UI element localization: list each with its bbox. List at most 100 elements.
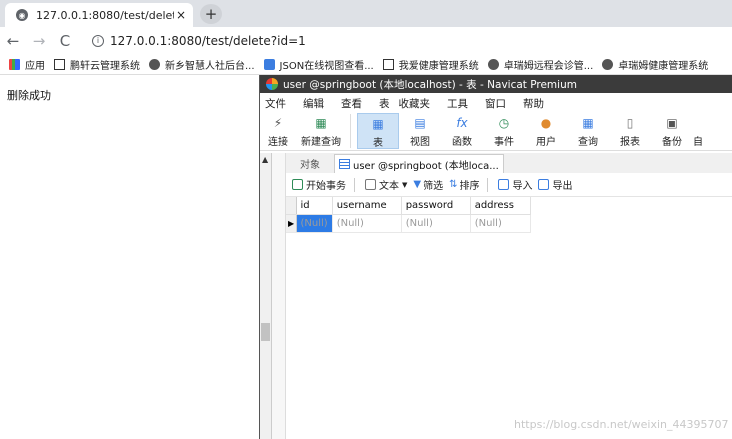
chevron-down-icon: ▼ (402, 180, 408, 189)
side-panel (272, 153, 286, 439)
back-button[interactable]: ← (0, 32, 26, 50)
navicat-title-bar: user @springboot (本地localhost) - 表 - Nav… (260, 75, 732, 93)
menu-table[interactable]: 表 (379, 96, 390, 111)
toolbar-divider (487, 177, 489, 192)
row-header[interactable]: ▶ (286, 214, 297, 233)
data-grid: id username password address ▶ (Null) (N… (286, 197, 531, 233)
bookmark-item[interactable]: JSON在线视图查看... (263, 57, 374, 72)
main-toolbar: ⚡ 连接 ▦ 新建查询 ▦ 表 ▤ 视图 fx 函数 ◷ 事件 ● 用户 ▦ 查询 ▯ 报表 ▣ 备… (260, 113, 732, 151)
table-cell[interactable]: (Null) (296, 214, 333, 233)
view-icon: ▤ (414, 116, 426, 130)
address-bar: ← → C i 127.0.0.1:8080/test/delete?id=1 (0, 27, 732, 55)
text-icon (365, 179, 376, 190)
table-row[interactable]: ▶ (Null) (Null) (Null) (Null) (286, 214, 531, 233)
scroll-up-icon[interactable]: ▲ (262, 155, 268, 164)
navigation-scrollbar[interactable]: ▲ (260, 153, 272, 439)
page-message: 删除成功 (7, 89, 51, 102)
menu-tools[interactable]: 工具 (447, 96, 468, 111)
tab-user-table[interactable]: user @springboot (本地loca... (334, 154, 504, 173)
transaction-icon (292, 179, 303, 190)
close-tab-icon[interactable]: × (176, 8, 186, 22)
navicat-window: user @springboot (本地localhost) - 表 - Nav… (259, 75, 732, 439)
json-icon (263, 59, 275, 70)
column-header-username[interactable]: username (332, 197, 402, 215)
menu-file[interactable]: 文件 (265, 96, 286, 111)
begin-transaction-button[interactable]: 开始事务 (292, 177, 346, 192)
globe-icon (602, 59, 614, 70)
filter-icon: ▼ (413, 179, 422, 190)
table-icon: ▦ (372, 117, 384, 131)
new-query-icon: ▦ (315, 116, 327, 130)
navicat-body: ▲ 对象 user @springboot (本地loca... 开始事务 文本… (260, 153, 732, 439)
menu-help[interactable]: 帮助 (523, 96, 544, 111)
menu-edit[interactable]: 编辑 (303, 96, 324, 111)
filter-button[interactable]: ▼ 筛选 (413, 177, 443, 192)
sort-button[interactable]: ⇅ 排序 (449, 177, 479, 192)
toolbar-query-button[interactable]: ▦ 查询 (567, 113, 609, 149)
scroll-thumb[interactable] (261, 323, 270, 341)
tab-title: 127.0.0.1:8080/test/delete?id= (36, 8, 174, 22)
info-icon[interactable]: i (92, 35, 104, 47)
report-icon: ▯ (626, 116, 634, 130)
column-header-id[interactable]: id (296, 197, 333, 215)
bookmark-item[interactable]: 应用 (9, 57, 45, 72)
navicat-logo-icon (266, 78, 278, 90)
column-header-password[interactable]: password (401, 197, 471, 215)
import-button[interactable]: 导入 (498, 177, 532, 192)
table-icon (339, 159, 350, 169)
toolbar-function-button[interactable]: fx 函数 (441, 113, 483, 149)
table-cell[interactable]: (Null) (401, 214, 471, 233)
forward-button[interactable]: → (26, 32, 52, 50)
object-tabs: 对象 user @springboot (本地loca... (286, 153, 732, 173)
browser-tab-bar: ◉ 127.0.0.1:8080/test/delete?id= × + (0, 0, 732, 27)
toolbar-divider (354, 177, 355, 192)
query-icon: ▦ (582, 116, 594, 130)
table-cell[interactable]: (Null) (470, 214, 531, 233)
globe-icon (149, 59, 160, 70)
table-cell[interactable]: (Null) (332, 214, 402, 233)
current-row-icon: ▶ (288, 218, 295, 228)
toolbar-view-button[interactable]: ▤ 视图 (399, 113, 441, 149)
browser-tab[interactable]: ◉ 127.0.0.1:8080/test/delete?id= × (5, 3, 193, 27)
sort-icon: ⇅ (449, 179, 458, 190)
column-header-address[interactable]: address (470, 197, 531, 215)
toolbar-table-button[interactable]: ▦ 表 (357, 113, 399, 149)
toolbar-backup-button[interactable]: ▣ 备份 (651, 113, 693, 149)
menu-window[interactable]: 窗口 (485, 96, 506, 111)
grid-header-row: id username password address (286, 197, 531, 215)
toolbar-event-button[interactable]: ◷ 事件 (483, 113, 525, 149)
bookmark-item[interactable]: 我爱健康管理系统 (382, 57, 479, 72)
bookmark-item[interactable]: 鹏轩云管理系统 (54, 57, 140, 72)
connect-icon: ⚡ (273, 116, 283, 130)
export-button[interactable]: 导出 (538, 177, 572, 192)
globe-icon: ◉ (16, 9, 28, 21)
new-tab-button[interactable]: + (200, 4, 222, 24)
menu-bar: 文件 编辑 查看 表 收藏夹 工具 窗口 帮助 (260, 93, 732, 113)
backup-icon: ▣ (666, 116, 678, 130)
bookmark-item[interactable]: 卓瑞姆远程会诊管... (487, 57, 593, 72)
watermark: https://blog.csdn.net/weixin_44395707 (514, 418, 729, 431)
toolbar-divider (350, 114, 351, 148)
export-icon (538, 179, 550, 190)
event-icon: ◷ (498, 116, 510, 130)
url-field[interactable]: 127.0.0.1:8080/test/delete?id=1 (110, 34, 306, 48)
toolbar-new-query-button[interactable]: ▦ 新建查询 (296, 113, 346, 149)
user-icon: ● (540, 116, 552, 130)
toolbar-auto-button[interactable]: 自 (693, 113, 705, 149)
apps-grid-icon (9, 59, 20, 70)
reload-button[interactable]: C (52, 32, 78, 50)
bookmark-item[interactable]: 新乡智慧人社后台... (149, 57, 255, 72)
tab-objects[interactable]: 对象 (286, 154, 334, 173)
row-header-corner (286, 197, 297, 215)
toolbar-user-button[interactable]: ● 用户 (525, 113, 567, 149)
text-button[interactable]: 文本 ▼ (365, 177, 407, 192)
menu-view[interactable]: 查看 (341, 96, 362, 111)
toolbar-connect-button[interactable]: ⚡ 连接 (260, 113, 296, 149)
menu-favorites[interactable]: 收藏夹 (399, 96, 431, 111)
bookmarks-bar: 应用 鹏轩云管理系统 新乡智慧人社后台... JSON在线视图查看... 我爱健… (0, 55, 732, 75)
bookmark-item[interactable]: 卓瑞姆健康管理系统 (602, 57, 708, 72)
toolbar-report-button[interactable]: ▯ 报表 (609, 113, 651, 149)
globe-icon (487, 59, 499, 70)
import-icon (498, 179, 510, 190)
image-icon (54, 59, 65, 70)
